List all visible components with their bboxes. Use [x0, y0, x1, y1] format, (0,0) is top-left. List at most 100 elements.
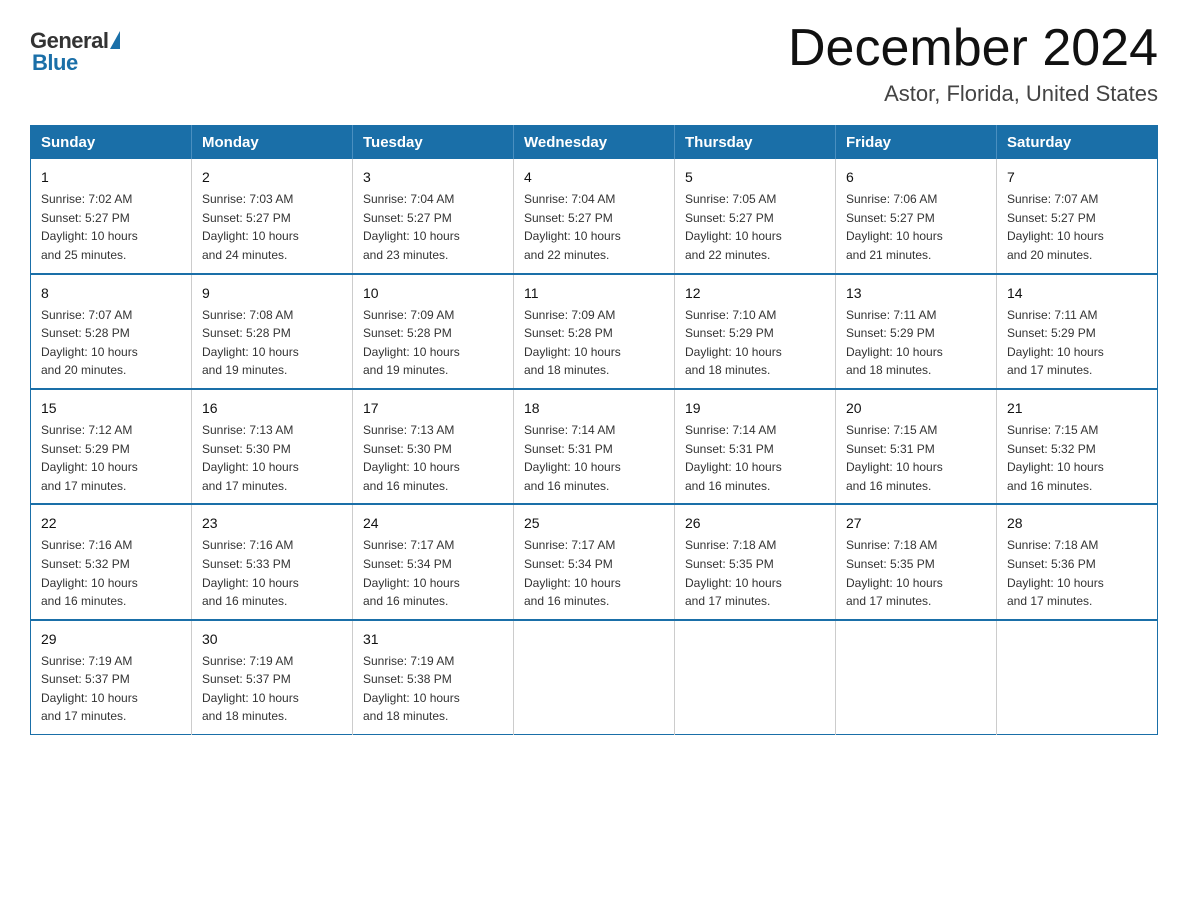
- day-info: Sunrise: 7:16 AMSunset: 5:32 PMDaylight:…: [41, 536, 181, 610]
- day-info: Sunrise: 7:05 AMSunset: 5:27 PMDaylight:…: [685, 190, 825, 264]
- calendar-cell: 11Sunrise: 7:09 AMSunset: 5:28 PMDayligh…: [514, 274, 675, 389]
- calendar-cell: 18Sunrise: 7:14 AMSunset: 5:31 PMDayligh…: [514, 389, 675, 504]
- calendar-cell: [675, 620, 836, 735]
- weekday-header-tuesday: Tuesday: [353, 126, 514, 160]
- calendar-cell: 14Sunrise: 7:11 AMSunset: 5:29 PMDayligh…: [997, 274, 1158, 389]
- day-info: Sunrise: 7:13 AMSunset: 5:30 PMDaylight:…: [363, 421, 503, 495]
- day-number: 21: [1007, 398, 1147, 419]
- location-subtitle: Astor, Florida, United States: [788, 81, 1158, 107]
- day-number: 13: [846, 283, 986, 304]
- day-info: Sunrise: 7:14 AMSunset: 5:31 PMDaylight:…: [524, 421, 664, 495]
- calendar-cell: 24Sunrise: 7:17 AMSunset: 5:34 PMDayligh…: [353, 504, 514, 619]
- day-info: Sunrise: 7:18 AMSunset: 5:36 PMDaylight:…: [1007, 536, 1147, 610]
- calendar-cell: 21Sunrise: 7:15 AMSunset: 5:32 PMDayligh…: [997, 389, 1158, 504]
- day-number: 28: [1007, 513, 1147, 534]
- calendar-cell: 19Sunrise: 7:14 AMSunset: 5:31 PMDayligh…: [675, 389, 836, 504]
- calendar-cell: 8Sunrise: 7:07 AMSunset: 5:28 PMDaylight…: [31, 274, 192, 389]
- day-number: 10: [363, 283, 503, 304]
- calendar-cell: 17Sunrise: 7:13 AMSunset: 5:30 PMDayligh…: [353, 389, 514, 504]
- day-info: Sunrise: 7:08 AMSunset: 5:28 PMDaylight:…: [202, 306, 342, 380]
- day-info: Sunrise: 7:16 AMSunset: 5:33 PMDaylight:…: [202, 536, 342, 610]
- calendar-cell: 13Sunrise: 7:11 AMSunset: 5:29 PMDayligh…: [836, 274, 997, 389]
- weekday-header-sunday: Sunday: [31, 126, 192, 160]
- day-number: 1: [41, 167, 181, 188]
- day-number: 4: [524, 167, 664, 188]
- logo-text-blue: Blue: [32, 50, 78, 76]
- day-number: 2: [202, 167, 342, 188]
- day-number: 15: [41, 398, 181, 419]
- day-info: Sunrise: 7:03 AMSunset: 5:27 PMDaylight:…: [202, 190, 342, 264]
- weekday-header-saturday: Saturday: [997, 126, 1158, 160]
- day-info: Sunrise: 7:19 AMSunset: 5:37 PMDaylight:…: [202, 652, 342, 726]
- calendar-week-row: 29Sunrise: 7:19 AMSunset: 5:37 PMDayligh…: [31, 620, 1158, 735]
- calendar-cell: 27Sunrise: 7:18 AMSunset: 5:35 PMDayligh…: [836, 504, 997, 619]
- weekday-header-row: SundayMondayTuesdayWednesdayThursdayFrid…: [31, 126, 1158, 160]
- day-number: 14: [1007, 283, 1147, 304]
- day-number: 17: [363, 398, 503, 419]
- day-info: Sunrise: 7:04 AMSunset: 5:27 PMDaylight:…: [363, 190, 503, 264]
- day-number: 31: [363, 629, 503, 650]
- logo: General Blue: [30, 20, 120, 76]
- calendar-cell: 25Sunrise: 7:17 AMSunset: 5:34 PMDayligh…: [514, 504, 675, 619]
- day-number: 12: [685, 283, 825, 304]
- calendar-week-row: 22Sunrise: 7:16 AMSunset: 5:32 PMDayligh…: [31, 504, 1158, 619]
- day-info: Sunrise: 7:04 AMSunset: 5:27 PMDaylight:…: [524, 190, 664, 264]
- day-number: 26: [685, 513, 825, 534]
- day-info: Sunrise: 7:07 AMSunset: 5:27 PMDaylight:…: [1007, 190, 1147, 264]
- day-number: 22: [41, 513, 181, 534]
- day-info: Sunrise: 7:14 AMSunset: 5:31 PMDaylight:…: [685, 421, 825, 495]
- calendar-cell: 23Sunrise: 7:16 AMSunset: 5:33 PMDayligh…: [192, 504, 353, 619]
- day-info: Sunrise: 7:10 AMSunset: 5:29 PMDaylight:…: [685, 306, 825, 380]
- calendar-week-row: 15Sunrise: 7:12 AMSunset: 5:29 PMDayligh…: [31, 389, 1158, 504]
- calendar-cell: [836, 620, 997, 735]
- day-info: Sunrise: 7:19 AMSunset: 5:37 PMDaylight:…: [41, 652, 181, 726]
- day-info: Sunrise: 7:02 AMSunset: 5:27 PMDaylight:…: [41, 190, 181, 264]
- day-number: 11: [524, 283, 664, 304]
- day-info: Sunrise: 7:17 AMSunset: 5:34 PMDaylight:…: [363, 536, 503, 610]
- calendar-cell: 2Sunrise: 7:03 AMSunset: 5:27 PMDaylight…: [192, 159, 353, 273]
- day-info: Sunrise: 7:09 AMSunset: 5:28 PMDaylight:…: [524, 306, 664, 380]
- logo-triangle-icon: [110, 31, 120, 49]
- calendar-cell: 4Sunrise: 7:04 AMSunset: 5:27 PMDaylight…: [514, 159, 675, 273]
- calendar-week-row: 8Sunrise: 7:07 AMSunset: 5:28 PMDaylight…: [31, 274, 1158, 389]
- day-number: 30: [202, 629, 342, 650]
- day-info: Sunrise: 7:07 AMSunset: 5:28 PMDaylight:…: [41, 306, 181, 380]
- day-number: 25: [524, 513, 664, 534]
- weekday-header-wednesday: Wednesday: [514, 126, 675, 160]
- day-number: 27: [846, 513, 986, 534]
- calendar-cell: 20Sunrise: 7:15 AMSunset: 5:31 PMDayligh…: [836, 389, 997, 504]
- calendar-cell: 16Sunrise: 7:13 AMSunset: 5:30 PMDayligh…: [192, 389, 353, 504]
- day-info: Sunrise: 7:17 AMSunset: 5:34 PMDaylight:…: [524, 536, 664, 610]
- calendar-table: SundayMondayTuesdayWednesdayThursdayFrid…: [30, 125, 1158, 735]
- calendar-cell: 7Sunrise: 7:07 AMSunset: 5:27 PMDaylight…: [997, 159, 1158, 273]
- day-number: 24: [363, 513, 503, 534]
- calendar-cell: 3Sunrise: 7:04 AMSunset: 5:27 PMDaylight…: [353, 159, 514, 273]
- calendar-cell: 12Sunrise: 7:10 AMSunset: 5:29 PMDayligh…: [675, 274, 836, 389]
- day-number: 9: [202, 283, 342, 304]
- calendar-cell: 30Sunrise: 7:19 AMSunset: 5:37 PMDayligh…: [192, 620, 353, 735]
- day-info: Sunrise: 7:19 AMSunset: 5:38 PMDaylight:…: [363, 652, 503, 726]
- day-info: Sunrise: 7:09 AMSunset: 5:28 PMDaylight:…: [363, 306, 503, 380]
- day-info: Sunrise: 7:11 AMSunset: 5:29 PMDaylight:…: [1007, 306, 1147, 380]
- calendar-cell: 26Sunrise: 7:18 AMSunset: 5:35 PMDayligh…: [675, 504, 836, 619]
- page-header: General Blue December 2024 Astor, Florid…: [30, 20, 1158, 107]
- day-number: 8: [41, 283, 181, 304]
- calendar-cell: [997, 620, 1158, 735]
- day-number: 6: [846, 167, 986, 188]
- calendar-cell: 28Sunrise: 7:18 AMSunset: 5:36 PMDayligh…: [997, 504, 1158, 619]
- calendar-cell: 15Sunrise: 7:12 AMSunset: 5:29 PMDayligh…: [31, 389, 192, 504]
- day-info: Sunrise: 7:12 AMSunset: 5:29 PMDaylight:…: [41, 421, 181, 495]
- day-info: Sunrise: 7:11 AMSunset: 5:29 PMDaylight:…: [846, 306, 986, 380]
- day-number: 7: [1007, 167, 1147, 188]
- calendar-cell: 5Sunrise: 7:05 AMSunset: 5:27 PMDaylight…: [675, 159, 836, 273]
- day-number: 29: [41, 629, 181, 650]
- day-number: 16: [202, 398, 342, 419]
- calendar-cell: 22Sunrise: 7:16 AMSunset: 5:32 PMDayligh…: [31, 504, 192, 619]
- calendar-cell: 31Sunrise: 7:19 AMSunset: 5:38 PMDayligh…: [353, 620, 514, 735]
- day-number: 20: [846, 398, 986, 419]
- day-number: 19: [685, 398, 825, 419]
- day-number: 5: [685, 167, 825, 188]
- month-year-title: December 2024: [788, 20, 1158, 77]
- day-info: Sunrise: 7:18 AMSunset: 5:35 PMDaylight:…: [846, 536, 986, 610]
- day-number: 18: [524, 398, 664, 419]
